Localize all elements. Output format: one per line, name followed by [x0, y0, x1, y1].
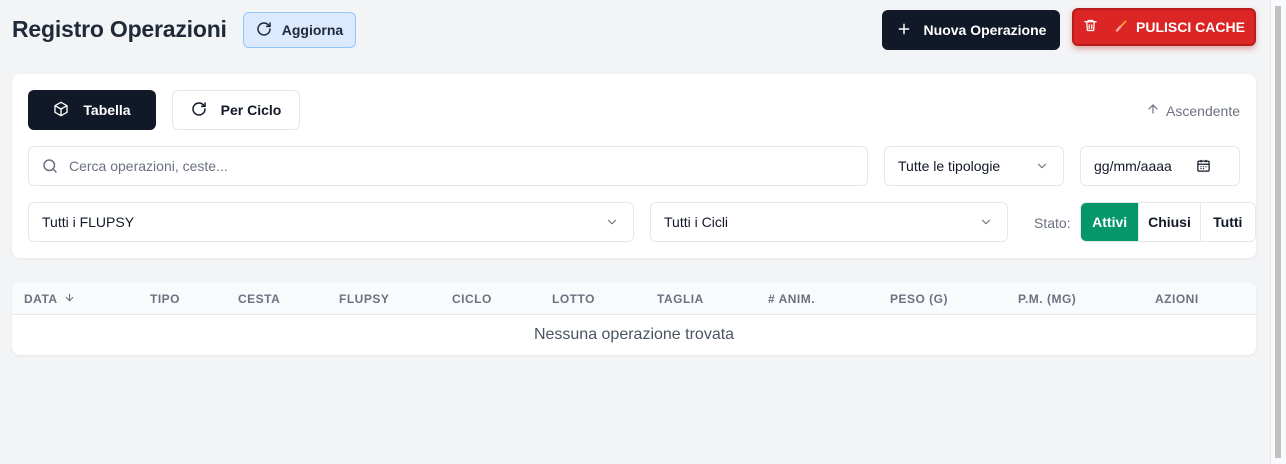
operations-table: DATA TIPO CESTA FLUPSY CICLO LOTTO TAGLI… — [12, 282, 1256, 355]
broom-icon — [1114, 19, 1128, 36]
refresh-icon — [256, 21, 272, 40]
column-header-weight[interactable]: PESO (G) — [890, 292, 948, 306]
status-segmented-control: Attivi Chiusi Tutti — [1080, 202, 1256, 242]
column-header-date[interactable]: DATA — [24, 292, 75, 306]
status-filter-label: Stato: — [1034, 215, 1071, 231]
column-header-avg-weight[interactable]: P.M. (MG) — [1018, 292, 1076, 306]
date-placeholder: gg/mm/aaaa — [1094, 158, 1172, 174]
view-table-button[interactable]: Tabella — [28, 90, 156, 130]
view-cycle-label: Per Ciclo — [220, 102, 282, 118]
chevron-down-icon — [979, 215, 993, 232]
page-header: Registro Operazioni Aggiorna Nuova Opera… — [12, 8, 1256, 50]
sort-order-toggle[interactable]: Ascendente — [1146, 102, 1240, 119]
chevron-down-icon — [1035, 159, 1049, 176]
calendar-icon[interactable] — [1196, 158, 1211, 176]
new-operation-button[interactable]: Nuova Operazione — [882, 10, 1060, 50]
table-header: DATA TIPO CESTA FLUPSY CICLO LOTTO TAGLI… — [12, 282, 1256, 315]
cube-icon — [53, 101, 69, 120]
view-table-label: Tabella — [83, 102, 131, 118]
plus-icon — [896, 21, 912, 40]
status-option-all[interactable]: Tutti — [1201, 203, 1255, 241]
arrow-up-icon — [1146, 102, 1160, 119]
column-header-lot[interactable]: LOTTO — [552, 292, 595, 306]
trash-icon — [1083, 18, 1098, 36]
column-header-size[interactable]: TAGLIA — [657, 292, 704, 306]
operation-type-select[interactable]: Tutte le tipologie — [884, 146, 1064, 186]
status-option-closed[interactable]: Chiusi — [1138, 203, 1201, 241]
cycle-select-value: Tutti i Cicli — [664, 214, 729, 230]
column-header-type[interactable]: TIPO — [150, 292, 180, 306]
refresh-cycle-icon — [191, 101, 207, 120]
arrow-down-icon — [64, 292, 75, 306]
view-cycle-button[interactable]: Per Ciclo — [172, 90, 300, 130]
column-header-animals[interactable]: # ANIM. — [768, 292, 815, 306]
chevron-down-icon — [605, 215, 619, 232]
clear-cache-label: PULISCI CACHE — [1136, 19, 1245, 35]
column-header-flupsy[interactable]: FLUPSY — [339, 292, 389, 306]
column-header-actions: AZIONI — [1155, 292, 1199, 306]
refresh-button-label: Aggiorna — [281, 22, 344, 38]
sort-order-label: Ascendente — [1166, 102, 1240, 119]
search-placeholder: Cerca operazioni, ceste... — [69, 158, 228, 174]
scrollbar-thumb[interactable] — [1273, 4, 1283, 460]
operation-type-value: Tutte le tipologie — [898, 158, 1001, 174]
clear-cache-button[interactable]: PULISCI CACHE — [1072, 8, 1256, 46]
column-header-basket[interactable]: CESTA — [238, 292, 280, 306]
search-icon — [41, 157, 59, 175]
column-header-label: DATA — [24, 292, 58, 306]
column-header-cycle[interactable]: CICLO — [452, 292, 492, 306]
page-title: Registro Operazioni — [12, 16, 227, 42]
date-input[interactable]: gg/mm/aaaa — [1080, 146, 1240, 186]
cycle-select[interactable]: Tutti i Cicli — [650, 202, 1008, 242]
status-option-active[interactable]: Attivi — [1081, 203, 1139, 241]
flupsy-select[interactable]: Tutti i FLUPSY — [28, 202, 634, 242]
search-input[interactable]: Cerca operazioni, ceste... — [28, 146, 868, 186]
refresh-button[interactable]: Aggiorna — [243, 12, 356, 48]
filter-panel: Tabella Per Ciclo Ascendente Cerca opera… — [12, 74, 1256, 258]
flupsy-select-value: Tutti i FLUPSY — [42, 214, 135, 230]
empty-state-message: Nessuna operazione trovata — [533, 326, 735, 343]
new-operation-label: Nuova Operazione — [923, 22, 1047, 38]
